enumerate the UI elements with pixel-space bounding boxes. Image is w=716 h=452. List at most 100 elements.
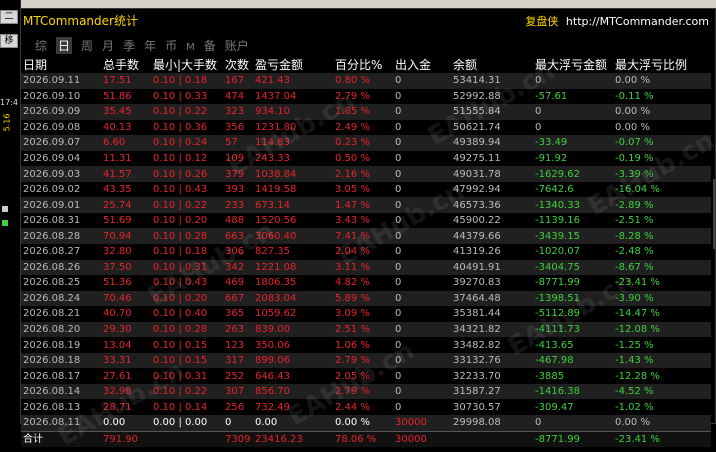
total-cell: -23.41 % [613, 430, 711, 448]
column-header[interactable]: 最大浮亏比例 [613, 55, 711, 73]
tab-4[interactable]: 季 [123, 37, 135, 54]
table-cell: 646.43 [255, 370, 290, 382]
table-body: 2026.09.11 17.51 0.10 | 0.18 167 421.43 0.80 … [21, 73, 711, 448]
table-cell: 0 [395, 121, 402, 133]
table-cell: 0.10 | 0.12 [153, 153, 208, 164]
table-cell: 2026.09.07 [23, 137, 81, 149]
column-header[interactable]: 最大浮亏金额 [533, 55, 613, 73]
table-cell: 1520.56 [255, 215, 297, 227]
table-row[interactable]: 2026.09.02 43.35 0.10 | 0.43 393 1419.58 3.05… [21, 181, 711, 198]
table-cell: 2083.04 [255, 292, 297, 304]
table-cell: 342 [225, 261, 245, 273]
column-header[interactable]: 余额 [451, 55, 533, 73]
column-header[interactable]: 出入金 [393, 55, 451, 73]
table-row[interactable]: 2026.08.14 32.98 0.10 | 0.22 307 856.70 2.79 … [21, 383, 711, 400]
left-strip-button-1[interactable]: 二 [0, 10, 18, 24]
table-cell: 0.10 | 0.15 [153, 339, 208, 351]
table-cell: -1139.16 [535, 215, 580, 227]
column-header[interactable]: 百分比% [333, 55, 393, 73]
tab-1[interactable]: 日 [56, 37, 73, 54]
table-row[interactable]: 2026.08.27 32.80 0.10 | 0.18 306 827.35 2.04 … [21, 244, 711, 260]
table-cell: 469 [225, 277, 245, 289]
table-cell: -12.08 % [615, 324, 660, 336]
table-row[interactable]: 2026.09.11 17.51 0.10 | 0.18 167 421.43 0.80 … [21, 73, 711, 89]
table-cell: 839.00 [255, 324, 290, 336]
table-cell: 37464.48 [453, 292, 501, 304]
table-row[interactable]: 2026.09.10 51.86 0.10 | 0.33 474 1437.04 2.79… [21, 88, 711, 105]
tab-6[interactable]: 币 [165, 37, 177, 54]
table-cell: 0 [395, 292, 402, 304]
site-url: http://MTCommander.com [565, 15, 709, 28]
column-header[interactable]: 最小|大手数 [151, 55, 223, 73]
table-cell: 51.86 [103, 90, 132, 102]
table-cell: 123 [225, 339, 245, 351]
table-cell: -1.43 % [615, 355, 654, 367]
table-cell: 43.35 [103, 184, 132, 196]
table-cell: 28.71 [103, 401, 132, 413]
tab-8[interactable]: 备 [204, 37, 216, 54]
table-row[interactable]: 2026.08.13 28.71 0.10 | 0.14 256 732.49 2.44 … [21, 399, 711, 416]
table-cell: 2026.08.20 [23, 324, 81, 336]
table-cell: -2.89 % [615, 199, 654, 211]
table-cell: 1437.04 [255, 90, 297, 102]
column-header[interactable]: 日期 [21, 55, 101, 73]
table-cell: 52992.88 [453, 90, 501, 102]
column-header[interactable]: 总手数 [101, 55, 151, 73]
table-row[interactable]: 2026.09.01 25.74 0.10 | 0.22 233 673.14 1.47 … [21, 197, 711, 213]
table-row[interactable]: 2026.09.08 40.13 0.10 | 0.36 356 1231.80 2.49… [21, 119, 711, 136]
table-cell: 0 [395, 308, 402, 320]
table-row[interactable]: 2026.09.03 41.57 0.10 | 0.26 379 1038.84 2.16… [21, 166, 711, 182]
column-header[interactable]: 次数 [223, 55, 253, 73]
table-row[interactable]: 2026.08.20 29.30 0.10 | 0.28 263 839.00 2.51 … [21, 321, 711, 338]
table-cell: 0.10 | 0.43 [153, 184, 208, 196]
table-cell: 0 [225, 417, 232, 429]
table-row[interactable]: 2026.09.07 6.60 0.10 | 0.24 57 114.83 0.23 % 0… [21, 135, 711, 151]
table-cell: 667 [225, 292, 245, 304]
table-row[interactable]: 2026.08.11 0.00 0.00 | 0.00 0 0.00 0.00 % 3000… [21, 415, 711, 432]
table-cell: 33.31 [103, 355, 132, 367]
tab-5[interactable]: 年 [144, 37, 156, 54]
table-row[interactable]: 2026.08.17 27.61 0.10 | 0.31 252 646.43 2.05 … [21, 368, 711, 384]
table-cell: 0 [395, 324, 402, 336]
scrollbar[interactable] [713, 179, 715, 249]
table-cell: -8771.99 [535, 277, 580, 289]
table-cell: -5112.89 [535, 308, 580, 320]
table-cell: 37.50 [103, 261, 132, 273]
table-row[interactable]: 2026.08.25 51.36 0.10 | 0.43 469 1806.35 4.82… [21, 275, 711, 291]
total-row: 合计 791.90 7309 23416.23 78.06 % 30000 -8771.99… [21, 430, 711, 448]
table-row[interactable]: 2026.08.19 13.04 0.10 | 0.15 123 350.06 1.06 … [21, 337, 711, 353]
table-cell: 0 [395, 184, 402, 196]
table-cell: 0.50 % [335, 153, 370, 164]
table-row[interactable]: 2026.08.24 70.46 0.10 | 0.20 667 2083.04 5.89… [21, 290, 711, 307]
left-strip-button-2[interactable]: 移 [0, 34, 18, 48]
table-cell: 35381.44 [453, 308, 501, 320]
table-cell: 827.35 [255, 246, 290, 258]
table-row[interactable]: 2026.08.31 51.69 0.10 | 0.20 488 1520.56 3.43… [21, 212, 711, 229]
tab-3[interactable]: 月 [102, 37, 114, 54]
table-cell: 29.30 [103, 324, 132, 336]
table-cell: 32233.70 [453, 370, 501, 382]
table-row[interactable]: 2026.08.21 40.70 0.10 | 0.40 365 1059.62 3.09… [21, 306, 711, 322]
table-row[interactable]: 2026.08.28 70.94 0.10 | 0.28 663 3060.40 7.41… [21, 228, 711, 245]
left-strip-time: 17:4 [0, 98, 18, 107]
table-cell: 33482.82 [453, 339, 501, 351]
table-cell: 934.10 [255, 106, 290, 118]
site-link[interactable]: 复盘侠 http://MTCommander.com [525, 13, 709, 29]
table-cell: 49275.11 [453, 153, 501, 164]
table-row[interactable]: 2026.08.18 33.31 0.10 | 0.15 317 899.06 2.79 … [21, 352, 711, 369]
table-row[interactable]: 2026.09.09 35.45 0.10 | 0.22 323 934.10 1.85 … [21, 104, 711, 120]
table-cell: 0 [395, 137, 402, 149]
daily-stats-table: 日期 总手数 最小|大手数 次数 盈亏金额 百分比% 出入金 余额 最大浮亏金额 最大浮亏比例 2… [21, 55, 711, 448]
column-header[interactable]: 盈亏金额 [253, 55, 333, 73]
table-row[interactable]: 2026.09.04 11.31 0.10 | 0.12 109 243.33 0.50 … [21, 150, 711, 167]
table-cell: 0.10 | 0.33 [153, 90, 208, 102]
table-row[interactable]: 2026.08.26 37.50 0.10 | 0.31 342 1221.08 3.11… [21, 259, 711, 276]
tab-0[interactable]: 综 [35, 37, 47, 54]
table-cell: -4.52 % [615, 386, 654, 398]
tab-2[interactable]: 周 [81, 37, 93, 54]
table-cell: -3885 [535, 370, 565, 382]
tab-7[interactable]: M [186, 42, 195, 53]
tab-9[interactable]: 账户 [225, 37, 249, 54]
table-cell: 50621.74 [453, 121, 501, 133]
total-cell [451, 430, 533, 448]
